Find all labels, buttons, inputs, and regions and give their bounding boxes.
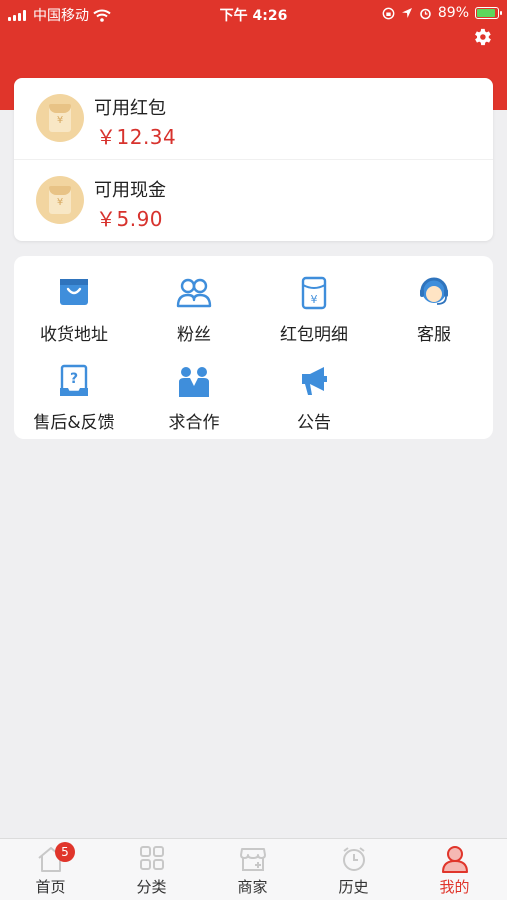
feedback-icon: ?	[60, 364, 88, 396]
shopping-bag-icon	[60, 279, 88, 305]
category-icon	[140, 846, 164, 870]
menu-label: 公告	[297, 413, 331, 433]
red-packet-detail-icon: ¥	[301, 276, 327, 310]
menu-label: 收货地址	[40, 325, 108, 345]
customer-service-icon	[420, 277, 448, 305]
menu-item-announcement[interactable]: 公告	[254, 352, 374, 433]
menu-item-after-sales-feedback[interactable]: ? 售后&反馈	[14, 352, 134, 433]
wallet-amount: ￥12.34	[96, 125, 177, 149]
wallet-row-red-packet[interactable]: ¥ 可用红包 ￥12.34	[14, 78, 493, 159]
menu-item-shipping-address[interactable]: 收货地址	[14, 264, 134, 345]
tab-label: 分类	[136, 878, 167, 896]
battery-icon	[475, 7, 502, 19]
menu-item-red-packet-detail[interactable]: ¥ 红包明细	[254, 264, 374, 345]
menu-item-fans[interactable]: 粉丝	[134, 264, 254, 345]
tab-mine[interactable]: 我的	[404, 839, 505, 900]
wallet-label: 可用红包	[94, 98, 166, 119]
tab-bar: 5 首页 分类 商家 历史 我的	[0, 838, 507, 900]
wallet-row-cash[interactable]: ¥ 可用现金 ￥5.90	[14, 159, 493, 240]
status-bar: 中国移动 下午 4:26 89%	[0, 0, 507, 26]
red-packet-icon: ¥	[36, 94, 84, 142]
menu-label: 售后&反馈	[33, 413, 115, 433]
menu-item-cooperation[interactable]: 求合作	[134, 352, 254, 433]
alarm-icon	[420, 8, 431, 19]
status-right: 89%	[382, 5, 502, 21]
tab-merchant[interactable]: 商家	[202, 839, 303, 900]
tab-category[interactable]: 分类	[101, 839, 202, 900]
tab-label: 我的	[439, 878, 470, 896]
wallet-card: ¥ 可用红包 ￥12.34 ¥ 可用现金 ￥5.90	[14, 78, 493, 241]
battery-percent: 89%	[437, 5, 469, 21]
location-arrow-icon	[401, 8, 412, 18]
store-icon	[240, 848, 266, 871]
cash-icon: ¥	[36, 176, 84, 224]
cooperation-icon	[179, 367, 209, 397]
megaphone-icon	[302, 367, 327, 395]
gear-icon[interactable]	[471, 26, 493, 48]
menu-label: 求合作	[168, 413, 220, 433]
tab-history[interactable]: 历史	[303, 839, 404, 900]
menu-label: 粉丝	[177, 325, 211, 345]
notification-badge: 5	[55, 842, 75, 862]
fans-icon	[176, 278, 212, 308]
menu-item-customer-service[interactable]: 客服	[374, 264, 494, 345]
wallet-amount: ￥5.90	[96, 207, 164, 231]
menu-label: 红包明细	[280, 325, 348, 345]
wallet-label: 可用现金	[94, 180, 166, 201]
tab-label: 历史	[338, 878, 369, 896]
lock-rotation-icon	[382, 7, 395, 19]
menu-label: 客服	[417, 325, 451, 345]
screen: 中国移动 下午 4:26 89% ¥ 可用红包 ￥12.34 ¥ 可用现金 ￥5…	[0, 0, 507, 900]
svg-text:¥: ¥	[311, 293, 318, 306]
tab-label: 商家	[237, 878, 268, 896]
tab-home[interactable]: 5 首页	[0, 839, 101, 900]
clock-icon	[343, 847, 365, 871]
profile-icon	[442, 846, 468, 873]
tab-label: 首页	[35, 878, 66, 896]
menu-grid: 收货地址 粉丝 ¥ 红包明细 客服 ? 售后&反馈 求合作 公告	[14, 256, 493, 439]
svg-text:?: ?	[70, 371, 78, 387]
